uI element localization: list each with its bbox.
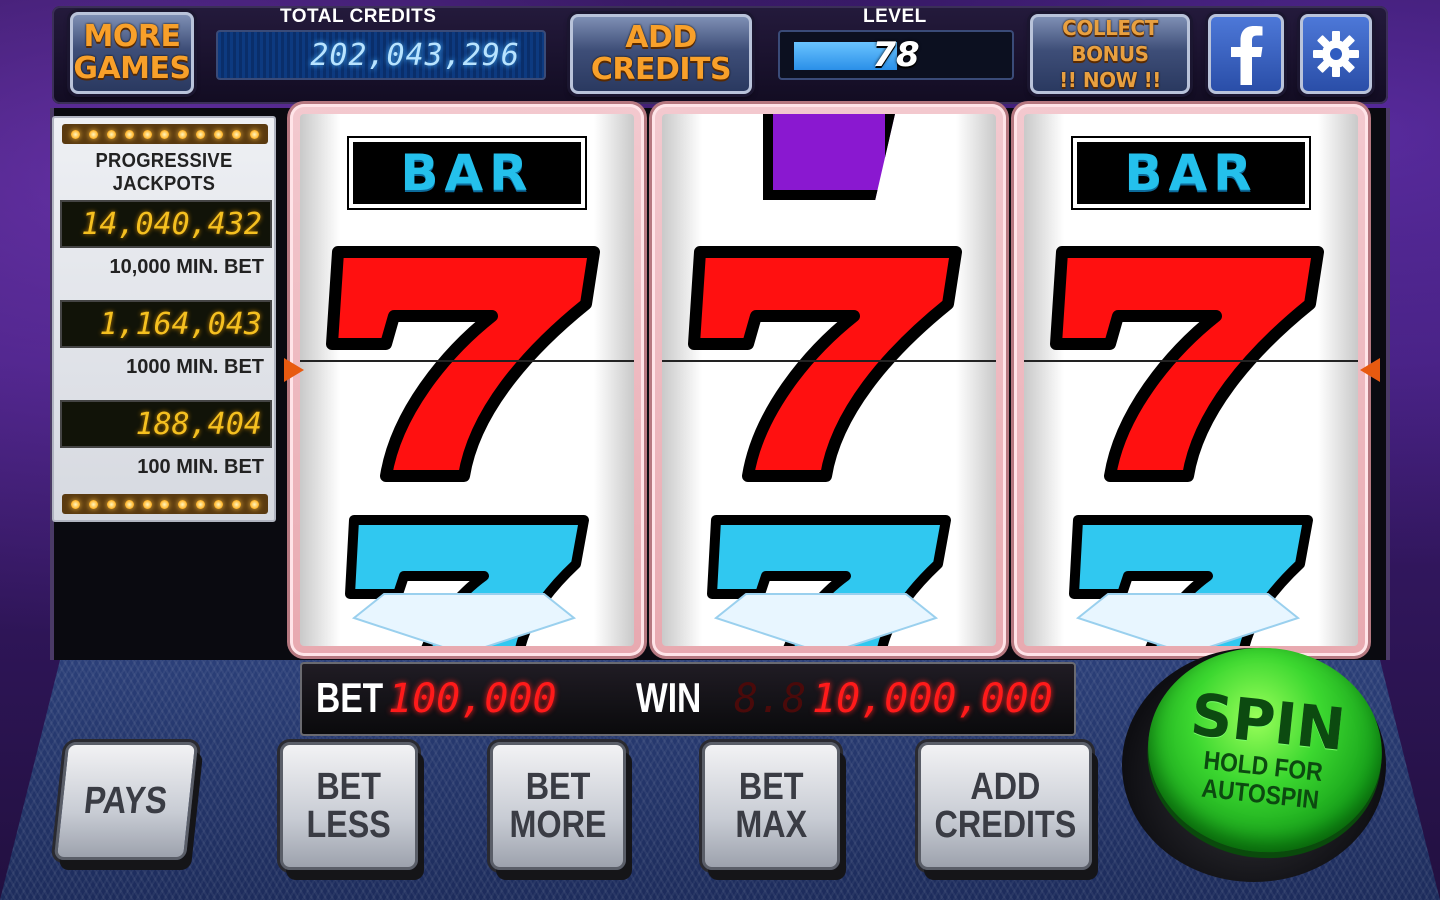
facebook-button[interactable] bbox=[1208, 14, 1284, 94]
bet-max-button[interactable]: BET MAX bbox=[702, 742, 840, 870]
jackpot-value: 1,164,043 bbox=[60, 300, 272, 348]
reel-strip bbox=[662, 114, 996, 646]
bet-max-label-line1: BET bbox=[738, 766, 804, 808]
red-seven-symbol bbox=[688, 246, 962, 482]
jackpot-min-bet: 1000 MIN. BET bbox=[126, 356, 264, 378]
bet-more-label-line2: MORE bbox=[509, 804, 607, 846]
progressive-jackpots-panel: PROGRESSIVE JACKPOTS 14,040,432 10,000 M… bbox=[52, 116, 276, 522]
payline bbox=[300, 360, 634, 362]
collect-bonus-label-line2: !! NOW !! bbox=[1059, 68, 1161, 92]
add-credits-top-label-line1: ADD bbox=[625, 20, 697, 55]
gear-icon bbox=[1313, 31, 1359, 77]
win-label: WIN bbox=[636, 674, 702, 721]
win-ghost-digits: 8.8 bbox=[734, 676, 807, 722]
reel-strip: BAR bbox=[1024, 114, 1358, 646]
collect-bonus-button[interactable]: COLLECT BONUS !! NOW !! bbox=[1030, 14, 1190, 94]
marquee-lights bbox=[62, 494, 268, 514]
bet-label: BET bbox=[316, 674, 384, 721]
win-value: 10,000,000 bbox=[812, 676, 1053, 722]
bet-less-label-line1: BET bbox=[316, 766, 382, 808]
settings-button[interactable] bbox=[1300, 14, 1372, 94]
bet-max-label-line2: MAX bbox=[735, 804, 807, 846]
add-credits-top-label-line2: CREDITS bbox=[590, 52, 732, 87]
total-credits-display: 202,043,296 bbox=[216, 30, 546, 80]
bet-win-display: BET 100,000 WIN 8.8 10,000,000 bbox=[300, 662, 1076, 736]
add-credits-label-line2: CREDITS bbox=[934, 804, 1076, 846]
jackpots-title: PROGRESSIVE JACKPOTS bbox=[95, 150, 233, 195]
add-credits-top-button[interactable]: ADD CREDITS bbox=[570, 14, 752, 94]
more-games-label-line2: GAMES bbox=[73, 51, 191, 86]
more-games-label-line1: MORE bbox=[83, 19, 181, 54]
diamond-seven-symbol bbox=[1069, 515, 1313, 646]
jackpot-min-bet: 100 MIN. BET bbox=[137, 456, 264, 478]
level-value: 78 bbox=[872, 35, 920, 75]
reel-strip: BAR bbox=[300, 114, 634, 646]
total-credits-value: 202,043,296 bbox=[310, 37, 520, 73]
diamond-seven-symbol bbox=[345, 515, 589, 646]
bet-more-label-line1: BET bbox=[525, 766, 591, 808]
red-seven-symbol bbox=[1050, 246, 1324, 482]
bet-less-label-line2: LESS bbox=[306, 804, 392, 846]
red-seven-symbol bbox=[326, 246, 600, 482]
reel-2 bbox=[652, 104, 1006, 656]
payline-arrow-left-icon bbox=[284, 358, 304, 382]
payline bbox=[662, 360, 996, 362]
payline bbox=[1024, 360, 1358, 362]
pays-button[interactable]: PAYS bbox=[53, 742, 199, 860]
add-credits-button[interactable]: ADD CREDITS bbox=[918, 742, 1092, 870]
diamond-seven-symbol bbox=[707, 515, 951, 646]
jackpot-value: 14,040,432 bbox=[60, 200, 272, 248]
jackpot-min-bet: 10,000 MIN. BET bbox=[109, 256, 264, 278]
more-games-button[interactable]: MORE GAMES bbox=[70, 12, 194, 94]
total-credits-label: TOTAL CREDITS bbox=[280, 6, 437, 27]
jackpot-value: 188,404 bbox=[60, 400, 272, 448]
purple-seven-symbol bbox=[763, 114, 895, 200]
bet-value: 100,000 bbox=[388, 676, 557, 722]
bet-more-button[interactable]: BET MORE bbox=[490, 742, 626, 870]
collect-bonus-label-line1: COLLECT BONUS bbox=[1062, 16, 1158, 66]
level-label: LEVEL bbox=[863, 6, 927, 27]
bet-less-button[interactable]: BET LESS bbox=[280, 742, 418, 870]
reel-1: BAR bbox=[290, 104, 644, 656]
facebook-icon bbox=[1231, 26, 1263, 85]
reel-3: BAR bbox=[1014, 104, 1368, 656]
marquee-lights bbox=[62, 124, 268, 144]
add-credits-label-line1: ADD bbox=[970, 766, 1040, 808]
bar-symbol: BAR bbox=[1073, 138, 1309, 208]
level-display: 78 bbox=[778, 30, 1014, 80]
payline-arrow-right-icon bbox=[1360, 358, 1380, 382]
pays-label: PAYS bbox=[82, 780, 170, 822]
bar-symbol: BAR bbox=[349, 138, 585, 208]
